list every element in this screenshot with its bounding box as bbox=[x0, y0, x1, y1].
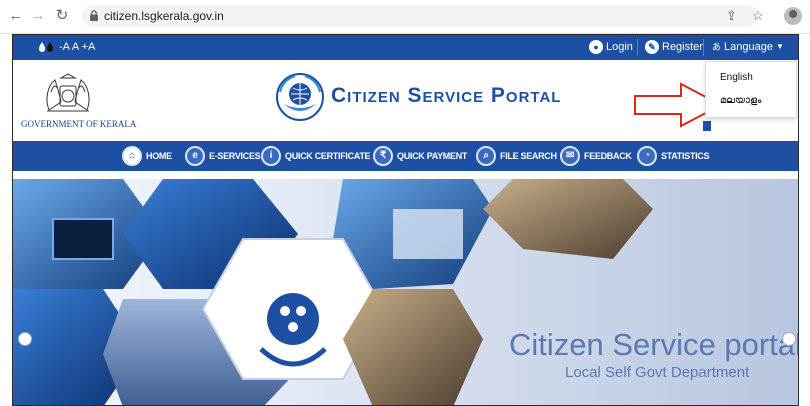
star-icon[interactable]: ☆ bbox=[752, 8, 764, 24]
nav-item-label: FILE SEARCH bbox=[500, 151, 557, 161]
reload-icon[interactable]: ↻ bbox=[54, 8, 70, 24]
portal-title: Citizen Service Portal bbox=[331, 84, 562, 107]
main-navigation: ⌂ HOME e E-SERVICES i QUICK CERTIFICATE … bbox=[13, 141, 798, 171]
top-utility-bar: -A A +A ● Login ✎ Register あ Language ▼ bbox=[13, 35, 798, 60]
e-services-icon: e bbox=[185, 146, 205, 166]
nav-item-feedback[interactable]: ✉ FEEDBACK bbox=[560, 146, 632, 166]
banner-title: Citizen Service portal bbox=[509, 327, 798, 362]
url-text: citizen.lsgkerala.gov.in bbox=[104, 9, 224, 23]
hero-banner: Citizen Service portal Local Self Govt D… bbox=[13, 179, 798, 405]
hexagon-image bbox=[483, 179, 653, 259]
screen-image bbox=[393, 209, 463, 259]
decorative-block bbox=[703, 121, 711, 131]
rupee-icon: ₹ bbox=[373, 146, 393, 166]
caret-down-icon: ▼ bbox=[775, 42, 784, 51]
lock-icon bbox=[90, 10, 98, 21]
nav-item-quick-certificate[interactable]: i QUICK CERTIFICATE bbox=[261, 146, 371, 166]
share-icon[interactable]: ⇪ bbox=[726, 8, 737, 24]
font-size-controls[interactable]: -A A +A bbox=[59, 41, 95, 53]
login-label: Login bbox=[606, 41, 633, 53]
nav-item-e-services[interactable]: e E-SERVICES bbox=[185, 146, 261, 166]
statistics-icon: ◔ bbox=[637, 146, 657, 166]
nav-item-label: QUICK PAYMENT bbox=[397, 151, 468, 161]
government-label: GOVERNMENT OF KERALA bbox=[21, 119, 137, 129]
web-page: -A A +A ● Login ✎ Register あ Language ▼ bbox=[12, 34, 799, 406]
login-link[interactable]: ● Login bbox=[589, 40, 633, 54]
forward-icon[interactable]: → bbox=[30, 8, 46, 24]
search-icon: ⌕ bbox=[476, 146, 496, 166]
nav-item-label: HOME bbox=[146, 151, 172, 161]
profile-icon[interactable] bbox=[784, 7, 802, 25]
carousel-prev-button[interactable] bbox=[18, 332, 32, 346]
feedback-icon: ✉ bbox=[560, 146, 580, 166]
register-link[interactable]: ✎ Register bbox=[645, 40, 703, 54]
nav-item-label: STATISTICS bbox=[661, 151, 710, 161]
portal-logo bbox=[276, 73, 324, 121]
carousel-next-button[interactable] bbox=[782, 332, 796, 346]
language-dropdown-toggle[interactable]: あ Language ▼ bbox=[712, 40, 784, 53]
language-label: Language bbox=[724, 40, 773, 53]
register-label: Register bbox=[662, 41, 703, 53]
nav-item-home[interactable]: ⌂ HOME bbox=[122, 146, 172, 166]
nav-item-file-search[interactable]: ⌕ FILE SEARCH bbox=[476, 146, 557, 166]
kerala-emblem-logo bbox=[46, 73, 90, 112]
nav-item-quick-payment[interactable]: ₹ QUICK PAYMENT bbox=[373, 146, 467, 166]
monitor-image bbox=[52, 218, 114, 260]
contrast-icon[interactable] bbox=[38, 41, 54, 53]
nav-item-label: E-SERVICES bbox=[209, 151, 261, 161]
nav-item-statistics[interactable]: ◔ STATISTICS bbox=[637, 146, 709, 166]
language-menu: English മലയാളം bbox=[705, 61, 797, 118]
lock-icon: ● bbox=[589, 40, 603, 54]
browser-toolbar: ← → ↻ citizen.lsgkerala.gov.in ⇪ ☆ bbox=[0, 0, 810, 34]
banner-subtitle: Local Self Govt Department bbox=[565, 364, 750, 381]
site-header: GOVERNMENT OF KERALA Citizen Service Por… bbox=[13, 60, 798, 131]
language-option-malayalam[interactable]: മലയാളം bbox=[720, 95, 761, 106]
hexagon-image bbox=[343, 289, 483, 405]
divider bbox=[703, 39, 704, 56]
translate-icon: あ bbox=[712, 42, 722, 52]
info-icon: i bbox=[261, 146, 281, 166]
language-option-english[interactable]: English bbox=[720, 72, 753, 83]
divider bbox=[637, 39, 638, 56]
nav-item-label: QUICK CERTIFICATE bbox=[285, 151, 371, 161]
address-bar[interactable]: citizen.lsgkerala.gov.in bbox=[82, 5, 758, 27]
home-icon: ⌂ bbox=[122, 146, 142, 166]
back-icon[interactable]: ← bbox=[8, 8, 24, 24]
edit-icon: ✎ bbox=[645, 40, 659, 54]
nav-item-label: FEEDBACK bbox=[584, 151, 632, 161]
